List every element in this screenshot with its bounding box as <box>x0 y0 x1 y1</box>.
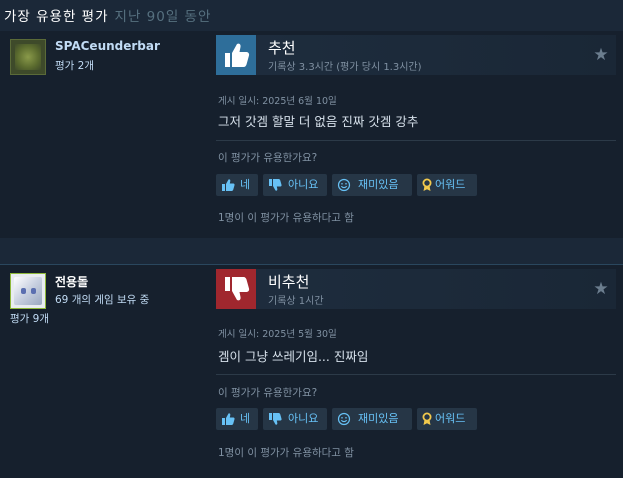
helpful-question: 이 평가가 유용한가요? <box>218 152 318 164</box>
vote-yes-button[interactable]: 네 <box>216 408 258 430</box>
award-button[interactable]: 어워드 <box>417 408 477 430</box>
vote-funny-button[interactable]: 재미있음 <box>332 174 412 196</box>
section-header: 가장 유용한 평가 지난 90일 동안 <box>0 0 623 28</box>
vote-yes-button[interactable]: 네 <box>216 174 258 196</box>
review-verdict-header[interactable]: 추천 기록상 3.3시간 (평가 당시 1.3시간) ★ <box>216 35 616 75</box>
star-icon[interactable]: ★ <box>592 280 610 298</box>
author-review-count[interactable]: 평가 9개 <box>10 311 49 326</box>
vote-yes-label: 네 <box>240 412 251 425</box>
author-name[interactable]: 전용돌 <box>55 273 88 290</box>
review-body: 그저 갓겜 할말 더 없음 진짜 갓겜 강추 <box>218 114 419 129</box>
thumbs-down-icon <box>216 269 256 309</box>
vote-no-button[interactable]: 아니요 <box>263 174 327 196</box>
author-review-count[interactable]: 평가 2개 <box>55 58 94 73</box>
award-button[interactable]: 어워드 <box>417 174 477 196</box>
review-card: SPACeunderbar 평가 2개 추천 기록상 3.3시간 (평가 당시 … <box>0 31 623 238</box>
player-avatar-icon[interactable] <box>10 273 46 309</box>
award-label: 어워드 <box>435 412 466 425</box>
review-body: 겜이 그냥 쓰레기임... 진짜임 <box>218 349 369 364</box>
smiley-icon <box>337 178 351 200</box>
review-separator <box>0 238 623 265</box>
player-avatar-icon[interactable] <box>10 39 46 75</box>
hours-played: 기록상 1시간 <box>268 296 324 307</box>
vote-yes-label: 네 <box>240 178 251 191</box>
vote-funny-button[interactable]: 재미있음 <box>332 408 412 430</box>
vote-funny-label: 재미있음 <box>358 178 399 191</box>
divider <box>216 140 616 141</box>
helpful-question: 이 평가가 유용한가요? <box>218 387 318 399</box>
thumbs-up-icon <box>221 178 235 200</box>
divider <box>216 374 616 375</box>
section-title: 가장 유용한 평가 <box>4 9 109 25</box>
verdict-label: 비추천 <box>268 273 310 291</box>
hours-played: 기록상 3.3시간 (평가 당시 1.3시간) <box>268 62 422 73</box>
review-verdict-header[interactable]: 비추천 기록상 1시간 ★ <box>216 269 616 309</box>
posted-date: 게시 일시: 2025년 5월 30일 <box>218 329 337 340</box>
posted-date: 게시 일시: 2025년 6월 10일 <box>218 96 337 107</box>
review-card: 전용돌 69 개의 게임 보유 중 평가 9개 비추천 기록상 1시간 ★ 게시… <box>0 265 623 478</box>
award-icon <box>421 412 433 434</box>
thumbs-down-icon <box>268 412 282 434</box>
vote-no-label: 아니요 <box>288 178 319 191</box>
vote-no-label: 아니요 <box>288 412 319 425</box>
helpful-count: 1명이 이 평가가 유용하다고 함 <box>218 447 354 459</box>
award-label: 어워드 <box>435 178 466 191</box>
author-name[interactable]: SPACeunderbar <box>55 39 160 53</box>
thumbs-up-icon <box>221 412 235 434</box>
thumbs-up-icon <box>216 35 256 75</box>
vote-funny-label: 재미있음 <box>358 412 399 425</box>
section-subtitle: 지난 90일 동안 <box>114 9 212 25</box>
star-icon[interactable]: ★ <box>592 46 610 64</box>
author-games-owned[interactable]: 69 개의 게임 보유 중 <box>55 292 149 307</box>
award-icon <box>421 178 433 200</box>
helpful-count: 1명이 이 평가가 유용하다고 함 <box>218 212 354 224</box>
vote-no-button[interactable]: 아니요 <box>263 408 327 430</box>
thumbs-down-icon <box>268 178 282 200</box>
smiley-icon <box>337 412 351 434</box>
verdict-label: 추천 <box>268 39 296 57</box>
